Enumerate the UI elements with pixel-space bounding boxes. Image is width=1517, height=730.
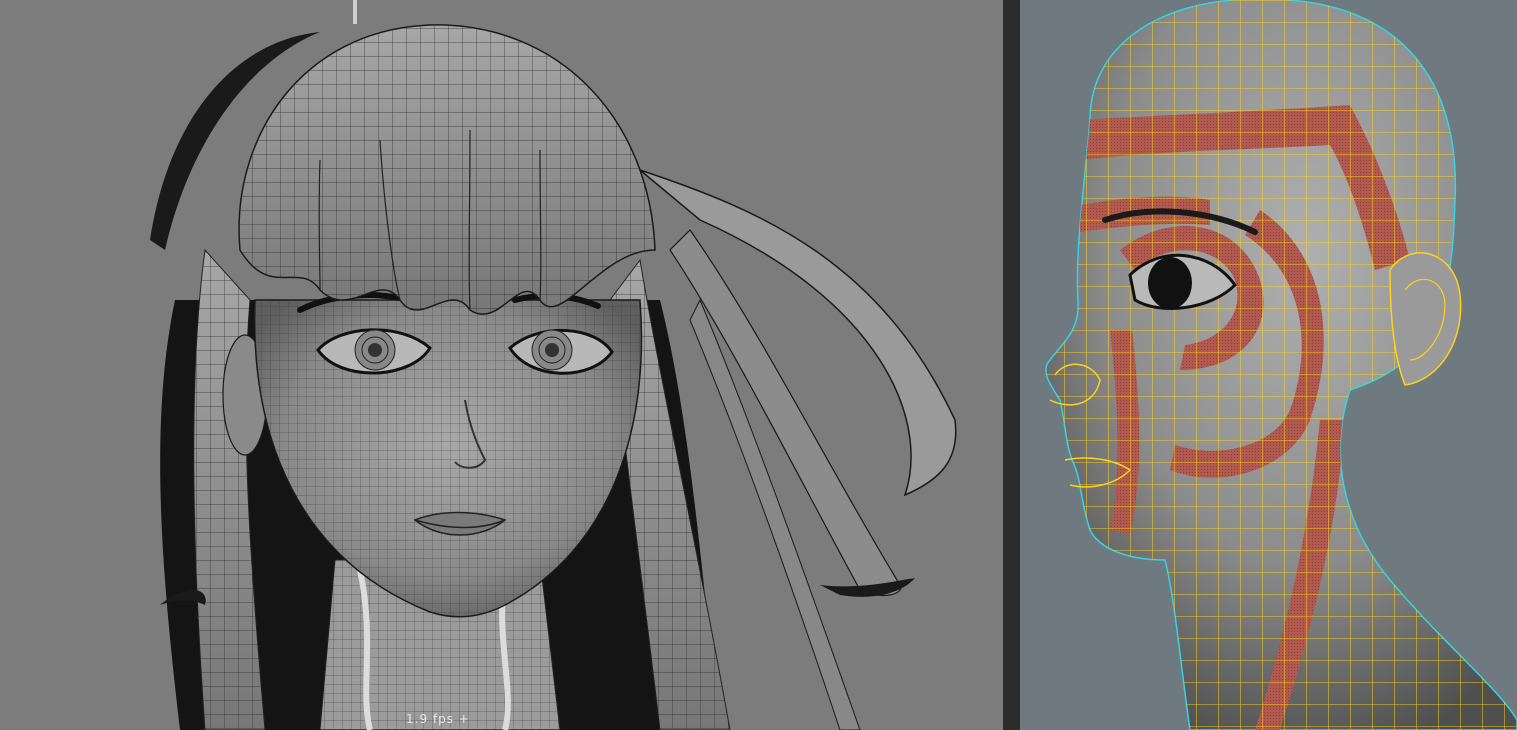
hair-bangs	[238, 24, 656, 315]
front-view-render	[150, 0, 957, 730]
fps-counter: 1.9 fps +	[406, 712, 470, 726]
viewport-right-side[interactable]	[1020, 0, 1517, 730]
viewport-left-front[interactable]: 1.9 fps +	[0, 0, 1003, 730]
viewport-divider[interactable]	[1003, 0, 1020, 730]
side-view-render	[1045, 0, 1517, 730]
ear	[1389, 252, 1462, 386]
